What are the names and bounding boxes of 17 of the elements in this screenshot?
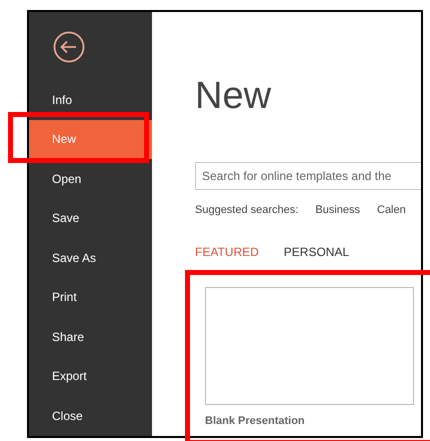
- sidebar-item[interactable]: Export: [29, 356, 152, 396]
- suggested-link[interactable]: Business: [315, 202, 360, 218]
- search-field[interactable]: Search for online templates and the: [195, 162, 421, 190]
- tab[interactable]: FEATURED: [195, 243, 259, 261]
- sidebar-item[interactable]: Info: [29, 80, 152, 120]
- page-title: New: [195, 74, 272, 118]
- sidebar-item[interactable]: Save: [29, 198, 152, 238]
- template-thumbnail[interactable]: [205, 287, 414, 405]
- suggested-label: Suggested searches:: [195, 202, 298, 218]
- suggested-link[interactable]: Calen: [377, 202, 406, 218]
- sidebar-item[interactable]: Open: [29, 159, 152, 198]
- sidebar-item[interactable]: Close: [29, 396, 152, 436]
- tab[interactable]: PERSONAL: [284, 243, 350, 261]
- template-label: Blank Presentation: [205, 414, 306, 429]
- sidebar-item[interactable]: Share: [29, 317, 152, 356]
- sidebar-item[interactable]: Print: [29, 278, 152, 317]
- sidebar-item[interactable]: Save As: [29, 238, 152, 278]
